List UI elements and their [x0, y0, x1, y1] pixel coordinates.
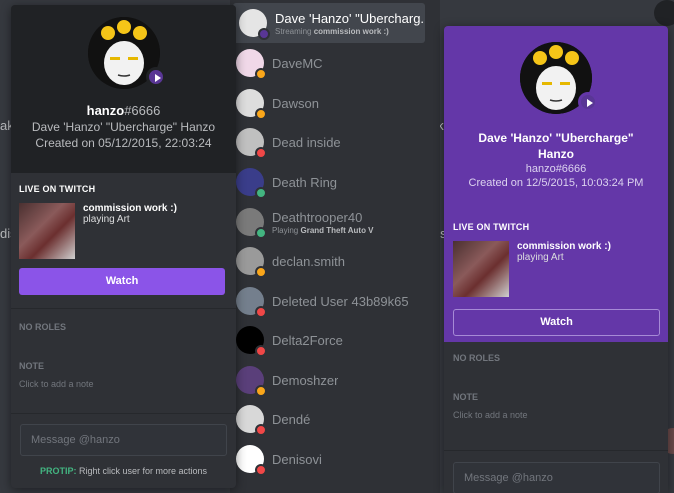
- member-item[interactable]: declan.smith: [230, 241, 430, 281]
- status-icon: [255, 108, 267, 120]
- member-name: DaveMC: [272, 55, 323, 71]
- member-item[interactable]: Dawson: [230, 83, 430, 123]
- stream-title: commission work :): [83, 203, 177, 214]
- message-input[interactable]: Message @hanzo: [20, 424, 227, 456]
- avatar: [236, 405, 267, 436]
- avatar: [236, 49, 267, 80]
- stream-thumbnail[interactable]: [19, 203, 75, 259]
- status-icon: [255, 187, 267, 199]
- popout-display-name: Dave 'Hanzo' "Ubercharge" Hanzo: [478, 131, 634, 161]
- member-activity: Streaming commission work :): [275, 26, 389, 36]
- status-icon: [255, 68, 267, 80]
- member-activity: Playing Grand Theft Auto V: [272, 225, 374, 235]
- avatar: [236, 445, 267, 476]
- message-input[interactable]: Message @hanzo: [453, 462, 660, 493]
- stream-game: playing Art: [517, 252, 564, 263]
- avatar: [236, 128, 267, 159]
- note-input[interactable]: Click to add a note: [453, 410, 659, 420]
- popout-header: Dave 'Hanzo' "Ubercharge" Hanzo hanzo#66…: [444, 26, 668, 342]
- popout-tag: hanzo#6666: [525, 163, 587, 175]
- member-name: Deathtrooper40: [272, 209, 363, 225]
- protip: PROTIP: Right click user for more action…: [39, 466, 208, 476]
- live-section: LIVE ON TWITCH commission work :) playin…: [453, 222, 660, 336]
- avatar: [236, 89, 267, 120]
- avatar: [236, 247, 267, 278]
- member-name: Denisovi: [272, 451, 322, 467]
- member-name: Dead inside: [272, 134, 341, 150]
- live-header: LIVE ON TWITCH: [453, 222, 530, 232]
- avatar: [236, 208, 267, 239]
- status-icon: [255, 306, 267, 318]
- live-section: LIVE ON TWITCH commission work :) playin…: [11, 173, 236, 389]
- stream-game: playing Art: [83, 214, 130, 225]
- live-header: LIVE ON TWITCH: [19, 184, 96, 194]
- roles-label: NO ROLES: [453, 353, 501, 363]
- member-item[interactable]: Deleted User 43b89k65: [230, 281, 430, 321]
- member-item[interactable]: Denisovi: [230, 439, 430, 479]
- avatar: [239, 9, 270, 40]
- member-item[interactable]: Dead inside: [230, 122, 430, 162]
- popout-display-name: Dave 'Hanzo' "Ubercharge" Hanzo: [31, 120, 216, 134]
- status-icon: [255, 424, 267, 436]
- stream-title: commission work :): [517, 241, 611, 252]
- member-item[interactable]: Death Ring: [230, 162, 430, 202]
- note-label: NOTE: [453, 392, 479, 402]
- member-item[interactable]: Dave 'Hanzo' "Ubercharg... Streaming com…: [233, 3, 425, 43]
- status-icon: [255, 266, 267, 278]
- note-label: NOTE: [19, 361, 45, 371]
- note-input[interactable]: Click to add a note: [19, 379, 228, 389]
- member-name: Dave 'Hanzo' "Ubercharg...: [275, 10, 425, 26]
- user-popout-left: hanzo#6666 Dave 'Hanzo' "Ubercharge" Han…: [11, 5, 236, 488]
- avatar[interactable]: [87, 17, 166, 89]
- user-popout-right: Dave 'Hanzo' "Ubercharge" Hanzo hanzo#66…: [444, 26, 668, 493]
- popout-username: hanzo#6666: [86, 103, 161, 118]
- play-icon: [145, 67, 166, 87]
- status-icon: [255, 345, 267, 357]
- popout-created: Created on 12/5/2015, 10:03:24 PM: [468, 177, 644, 189]
- popout-created: Created on 05/12/2015, 22:03:24: [35, 136, 212, 150]
- popout-header: hanzo#6666 Dave 'Hanzo' "Ubercharge" Han…: [11, 5, 236, 173]
- member-name: Deleted User 43b89k65: [272, 293, 409, 309]
- stream-thumbnail[interactable]: [453, 241, 509, 297]
- member-name: declan.smith: [272, 253, 345, 269]
- avatar: [236, 366, 267, 397]
- play-icon: [578, 92, 598, 112]
- status-icon: [255, 227, 267, 239]
- member-item[interactable]: Deathtrooper40 Playing Grand Theft Auto …: [230, 202, 430, 242]
- status-icon: [255, 385, 267, 397]
- avatar: [236, 168, 267, 199]
- member-item[interactable]: Delta2Force: [230, 320, 430, 360]
- avatar[interactable]: [520, 42, 598, 114]
- member-name: Death Ring: [272, 174, 338, 190]
- member-name: Delta2Force: [272, 332, 343, 348]
- member-name: Demoshzer: [272, 372, 339, 388]
- member-name: Dawson: [272, 95, 319, 111]
- status-icon: [255, 147, 267, 159]
- watch-button[interactable]: Watch: [453, 309, 660, 336]
- member-item[interactable]: Dendé: [230, 399, 430, 439]
- member-item[interactable]: DaveMC: [230, 43, 430, 83]
- member-list: Dave 'Hanzo' "Ubercharg... Streaming com…: [230, 0, 440, 493]
- status-icon: [255, 464, 267, 476]
- watch-button[interactable]: Watch: [19, 268, 225, 295]
- status-icon: [258, 28, 270, 40]
- avatar: [236, 287, 267, 318]
- member-item[interactable]: Demoshzer: [230, 360, 430, 400]
- avatar: [236, 326, 267, 357]
- chat-avatar: [654, 0, 674, 26]
- roles-label: NO ROLES: [19, 322, 67, 332]
- member-name: Dendé: [272, 411, 311, 427]
